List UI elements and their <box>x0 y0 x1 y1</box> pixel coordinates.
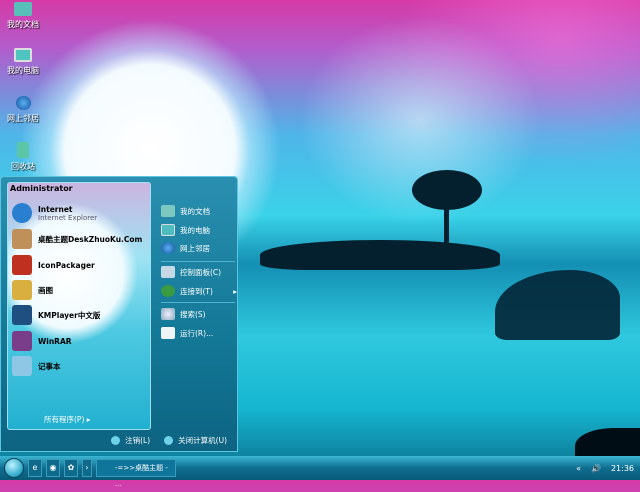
recycle-bin-icon <box>17 142 29 158</box>
program-iconpackager[interactable]: IconPackager <box>12 255 95 275</box>
taskbar-window-button[interactable]: -=>>桌酷主题 - ... <box>96 459 176 488</box>
program-label: IconPackager <box>38 260 95 270</box>
desktop-icon-label: 我的文档 <box>7 20 39 29</box>
network-icon <box>161 242 175 254</box>
program-internet[interactable]: Internet Internet Explorer <box>12 203 97 223</box>
system-tray: « 🔊 21:36 <box>576 456 634 480</box>
run-icon <box>161 327 175 339</box>
desktop-icon-label: 网上邻居 <box>7 114 39 123</box>
start-menu-footer: 注销(L) 关闭计算机(U) <box>1 429 237 451</box>
logoff-icon <box>111 436 121 445</box>
run-item[interactable]: 运行(R)... <box>161 327 213 339</box>
wallpaper-trunk <box>444 205 449 245</box>
place-network[interactable]: 网上邻居 <box>161 242 210 254</box>
network-icon <box>15 96 31 110</box>
winrar-icon <box>12 331 32 351</box>
submenu-arrow-icon: ▸ <box>233 286 237 296</box>
volume-icon[interactable]: 🔊 <box>591 464 601 473</box>
logoff-label: 注销(L) <box>125 435 151 445</box>
search-icon <box>161 308 175 320</box>
program-kmplayer[interactable]: KMPlayer中文版 <box>12 305 100 325</box>
place-my-computer[interactable]: 我的电脑 <box>161 224 210 236</box>
place-label: 我的电脑 <box>180 225 210 235</box>
divider <box>161 261 235 262</box>
documents-icon <box>161 205 175 217</box>
quicklaunch-ie[interactable]: e <box>28 459 42 477</box>
kmplayer-icon <box>12 305 32 325</box>
chevron-right-icon: › <box>85 463 89 472</box>
quicklaunch-more[interactable]: › <box>82 459 92 477</box>
folder-icon <box>14 2 32 16</box>
place-label: 我的文档 <box>180 206 210 216</box>
wallpaper-tree <box>412 170 482 210</box>
arrow-right-icon: ▸ <box>86 415 91 424</box>
program-label: Internet <box>38 204 73 214</box>
computer-icon <box>14 48 32 62</box>
menu-label: 搜索(S) <box>180 309 206 319</box>
desktop-icon-label: 我的电脑 <box>7 66 39 75</box>
divider <box>161 302 235 303</box>
program-notepad[interactable]: 记事本 <box>12 356 61 376</box>
program-paint[interactable]: 画图 <box>12 280 53 300</box>
menu-label: 控制面板(C) <box>180 267 222 277</box>
user-name: Administrator <box>10 184 73 193</box>
program-label: WinRAR <box>38 336 72 346</box>
power-icon <box>164 436 174 445</box>
logoff-button[interactable]: 注销(L) <box>111 435 150 446</box>
desktop-icon-network[interactable]: 网上邻居 <box>2 96 44 124</box>
menu-label: 运行(R)... <box>180 328 214 338</box>
media-icon: ✿ <box>67 463 75 472</box>
start-menu: Administrator Internet Internet Explorer … <box>0 176 238 452</box>
program-sublabel: Internet Explorer <box>38 213 98 222</box>
shutdown-label: 关闭计算机(U) <box>178 435 227 445</box>
program-label: KMPlayer中文版 <box>38 310 101 320</box>
taskbar: e ◉ › ✿ -=>>桌酷主题 - ... « 🔊 21:36 <box>0 456 640 488</box>
task-label: -=>>桌酷主题 - ... <box>115 464 168 488</box>
desktop-icon-label: 回收站 <box>11 162 35 171</box>
desktop-icon-my-documents[interactable]: 我的文档 <box>2 2 44 30</box>
place-label: 网上邻居 <box>180 243 210 253</box>
start-button[interactable] <box>4 458 24 478</box>
quicklaunch-media[interactable]: ✿ <box>64 459 78 477</box>
control-panel-item[interactable]: 控制面板(C) <box>161 266 221 278</box>
tray-expand-icon[interactable]: « <box>576 464 581 473</box>
desktop-icon-recycle-bin[interactable]: 回收站 <box>2 142 44 172</box>
quicklaunch-browser[interactable]: ◉ <box>46 459 60 477</box>
program-label: 记事本 <box>38 361 61 371</box>
ie-icon <box>12 203 32 223</box>
start-menu-programs-pane: Administrator Internet Internet Explorer … <box>7 182 151 430</box>
clock[interactable]: 21:36 <box>611 464 634 473</box>
program-winrar[interactable]: WinRAR <box>12 331 72 351</box>
paint-icon <box>12 280 32 300</box>
notepad-icon <box>12 356 32 376</box>
theme-icon <box>12 229 32 249</box>
globe-icon: ◉ <box>49 463 57 472</box>
program-label: 画图 <box>38 285 53 295</box>
control-panel-icon <box>161 266 175 278</box>
connect-to-item[interactable]: 连接到(T) ▸ <box>161 285 237 297</box>
shutdown-button[interactable]: 关闭计算机(U) <box>164 435 227 446</box>
all-programs-label: 所有程序(P) <box>44 415 85 424</box>
menu-label: 连接到(T) <box>180 286 213 296</box>
wallpaper-island <box>260 240 500 270</box>
all-programs-button[interactable]: 所有程序(P) ▸ <box>44 414 91 425</box>
program-label: 桌酷主题DeskZhuoKu.Com <box>38 234 143 244</box>
program-zhuoku[interactable]: 桌酷主题DeskZhuoKu.Com <box>12 229 142 249</box>
computer-icon <box>161 224 175 236</box>
iconpackager-icon <box>12 255 32 275</box>
ie-icon: e <box>32 463 38 472</box>
search-item[interactable]: 搜索(S) <box>161 308 206 320</box>
place-my-documents[interactable]: 我的文档 <box>161 205 210 217</box>
connect-icon <box>161 285 175 297</box>
desktop-icon-my-computer[interactable]: 我的电脑 <box>2 48 44 76</box>
